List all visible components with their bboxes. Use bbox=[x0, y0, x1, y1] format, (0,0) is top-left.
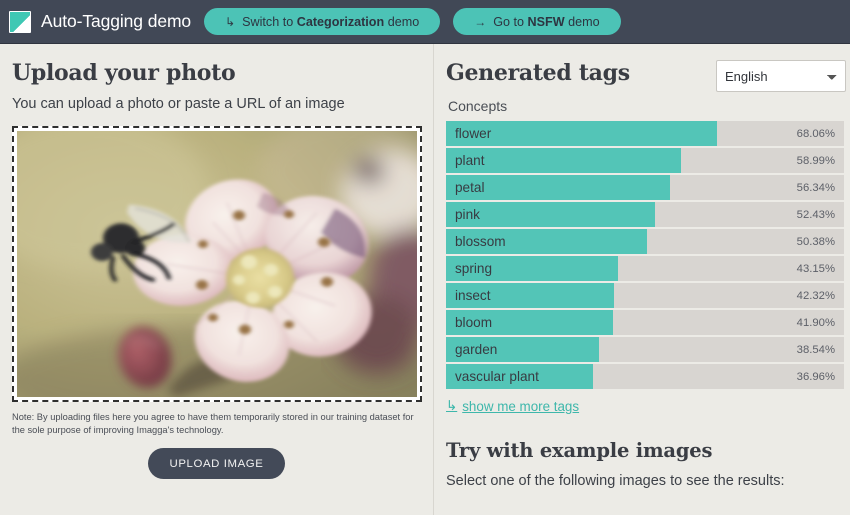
tag-row[interactable]: garden 38.54% bbox=[446, 337, 844, 362]
tag-label: insect bbox=[446, 288, 491, 303]
app-title: Auto-Tagging demo bbox=[41, 11, 191, 32]
tag-confidence-value: 42.32% bbox=[797, 290, 835, 302]
arrow-right-icon: → bbox=[474, 16, 486, 28]
nsfw-demo-emphasis: NSFW bbox=[528, 15, 565, 29]
brand: Auto-Tagging demo bbox=[9, 11, 191, 33]
tag-confidence-value: 41.90% bbox=[797, 317, 835, 329]
upload-disclaimer-note: Note: By uploading files here you agree … bbox=[12, 411, 420, 436]
concepts-label: Concepts bbox=[448, 98, 848, 114]
upload-image-button[interactable]: UPLOAD IMAGE bbox=[148, 448, 286, 479]
imagga-logo-icon bbox=[9, 11, 31, 33]
results-panel-title: Generated tags bbox=[446, 60, 630, 86]
upload-panel-subtitle: You can upload a photo or paste a URL of… bbox=[12, 96, 421, 112]
tag-label: petal bbox=[446, 180, 484, 195]
tag-confidence-value: 43.15% bbox=[797, 263, 835, 275]
nsfw-demo-label: Go to NSFW demo bbox=[493, 15, 599, 29]
tag-row[interactable]: vascular plant 36.96% bbox=[446, 364, 844, 389]
image-dropzone[interactable] bbox=[12, 126, 422, 402]
tag-row[interactable]: pink 52.43% bbox=[446, 202, 844, 227]
tag-confidence-value: 52.43% bbox=[797, 209, 835, 221]
go-to-nsfw-demo-button[interactable]: → Go to NSFW demo bbox=[453, 8, 620, 35]
tag-confidence-value: 58.99% bbox=[797, 155, 835, 167]
language-select[interactable]: English bbox=[716, 60, 846, 92]
arrow-turn-right-icon: ↳ bbox=[225, 16, 235, 28]
tag-label: spring bbox=[446, 261, 492, 276]
tag-label: pink bbox=[446, 207, 480, 222]
tag-confidence-value: 50.38% bbox=[797, 236, 835, 248]
upload-button-wrapper: UPLOAD IMAGE bbox=[12, 448, 421, 479]
switch-demo-prefix: Switch to bbox=[242, 15, 297, 29]
nsfw-demo-prefix: Go to bbox=[493, 15, 527, 29]
upload-panel: Upload your photo You can upload a photo… bbox=[0, 44, 434, 515]
flower-photo-image bbox=[17, 131, 417, 397]
uploaded-photo bbox=[17, 131, 417, 397]
tag-label: plant bbox=[446, 153, 484, 168]
top-navigation-bar: Auto-Tagging demo ↳ Switch to Categoriza… bbox=[0, 0, 850, 44]
nsfw-demo-suffix: demo bbox=[565, 15, 600, 29]
tag-list: flower 68.06% plant 58.99% petal 56.34% pink 52… bbox=[446, 121, 844, 389]
upload-panel-title: Upload your photo bbox=[12, 60, 421, 86]
show-more-tags-label: show me more tags bbox=[462, 399, 579, 414]
switch-to-categorization-demo-button[interactable]: ↳ Switch to Categorization demo bbox=[204, 8, 440, 35]
tag-row[interactable]: petal 56.34% bbox=[446, 175, 844, 200]
tag-label: flower bbox=[446, 126, 491, 141]
tag-confidence-value: 68.06% bbox=[797, 128, 835, 140]
tag-label: vascular plant bbox=[446, 369, 539, 384]
switch-demo-emphasis: Categorization bbox=[297, 15, 384, 29]
show-more-tags-link[interactable]: ↳ show me more tags bbox=[446, 398, 579, 414]
arrow-turn-right-icon: ↳ bbox=[446, 398, 457, 414]
tag-row[interactable]: insect 42.32% bbox=[446, 283, 844, 308]
tag-row[interactable]: bloom 41.90% bbox=[446, 310, 844, 335]
try-examples-title: Try with example images bbox=[446, 439, 848, 462]
tag-label: bloom bbox=[446, 315, 492, 330]
tag-row[interactable]: blossom 50.38% bbox=[446, 229, 844, 254]
tag-label: blossom bbox=[446, 234, 506, 249]
main-content: Upload your photo You can upload a photo… bbox=[0, 44, 850, 515]
results-panel: Generated tags English Concepts flower 68… bbox=[434, 44, 850, 515]
tag-label: garden bbox=[446, 342, 497, 357]
switch-demo-suffix: demo bbox=[384, 15, 419, 29]
tag-confidence-value: 56.34% bbox=[797, 182, 835, 194]
tag-confidence-value: 38.54% bbox=[797, 344, 835, 356]
tag-confidence-value: 36.96% bbox=[797, 371, 835, 383]
tag-row[interactable]: spring 43.15% bbox=[446, 256, 844, 281]
tag-row[interactable]: flower 68.06% bbox=[446, 121, 844, 146]
results-header: Generated tags English bbox=[446, 60, 848, 96]
switch-demo-label: Switch to Categorization demo bbox=[242, 15, 419, 29]
tag-row[interactable]: plant 58.99% bbox=[446, 148, 844, 173]
try-examples-subtitle: Select one of the following images to se… bbox=[446, 473, 848, 489]
